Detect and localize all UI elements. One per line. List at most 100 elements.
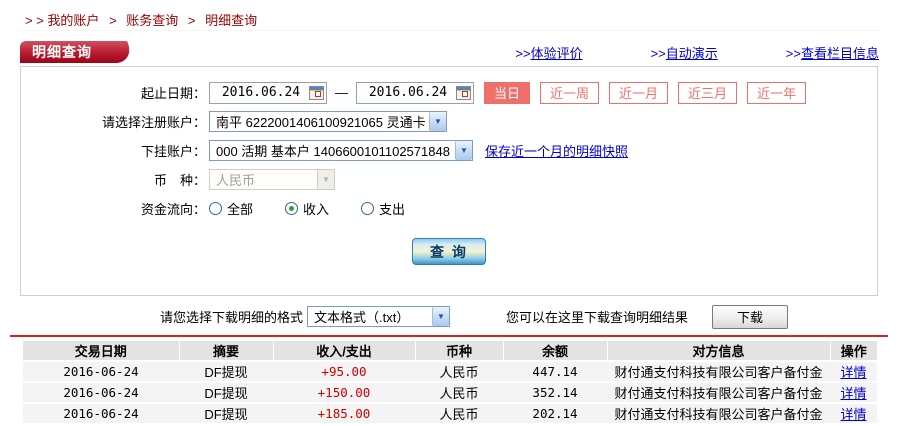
fund-flow-label: 资金流向： (140, 202, 206, 217)
end-date-input[interactable]: 2016.06.24 (356, 81, 474, 104)
page-title: 明细查询 (32, 44, 92, 60)
cell-date: 2016-06-24 (23, 403, 179, 425)
breadcrumb-separator: > (187, 13, 196, 28)
cell-currency: 人民币 (415, 382, 503, 404)
radio-icon[interactable] (209, 202, 222, 215)
radio-option-expense[interactable]: 支出 (361, 199, 405, 218)
registered-account-value: 南平 6222001406100921065 灵通卡 (216, 115, 426, 130)
column-header-date: 交易日期 (23, 341, 180, 362)
detail-link[interactable]: 详情 (840, 407, 866, 422)
column-header-counterparty: 对方信息 (607, 341, 831, 362)
cell-balance: 202.14 (503, 403, 607, 425)
calendar-icon[interactable] (309, 85, 324, 100)
column-header-amount: 收入/支出 (273, 341, 416, 362)
cell-summary: DF提现 (179, 403, 273, 425)
column-header-action: 操作 (830, 341, 877, 362)
date-range-dash: — (335, 85, 348, 100)
cell-action: 详情 (830, 403, 877, 425)
chevron-down-icon: ▼ (317, 170, 334, 189)
radio-icon[interactable] (361, 202, 375, 215)
cell-counterparty: 财付通支付科技有限公司客户备付金 (607, 403, 830, 425)
section-tab-detail-query: 明细查询 (20, 41, 108, 63)
breadcrumb-prefix: > > (25, 13, 44, 28)
radio-label: 全部 (227, 202, 254, 217)
detail-link[interactable]: 详情 (840, 365, 866, 380)
period-button-today[interactable]: 当日 (484, 81, 531, 104)
table-row: 2016-06-24 DF提现 +95.00 人民币 447.14 财付通支付科… (23, 361, 877, 383)
sub-account-select[interactable]: 000 活期 基本户 1406600101102571848 ▼ (209, 140, 473, 161)
fund-flow-row: 资金流向： 全部 收入 支出 (21, 197, 877, 220)
currency-row: 币 种： 人民币 ▼ (21, 168, 877, 191)
column-header-balance: 余额 (503, 341, 608, 362)
cell-amount: +95.00 (273, 361, 415, 383)
cell-action: 详情 (830, 361, 877, 383)
breadcrumb: > > 我的账户 > 账务查询 > 明细查询 (0, 0, 899, 30)
breadcrumb-separator: > (109, 13, 117, 28)
radio-checked-icon[interactable] (285, 202, 299, 215)
cell-action: 详情 (830, 382, 877, 404)
cell-date: 2016-06-24 (23, 361, 179, 383)
transaction-table: 交易日期 摘要 收入/支出 币种 余额 对方信息 操作 2016-06-24 D… (23, 341, 877, 425)
table-row: 2016-06-24 DF提现 +150.00 人民币 352.14 财付通支付… (23, 382, 877, 404)
cell-amount: +185.00 (273, 403, 415, 425)
breadcrumb-item-my-account[interactable]: 我的账户 (47, 13, 99, 28)
sub-account-label: 下挂账户： (140, 144, 206, 159)
download-format-select[interactable]: 文本格式（.txt） ▼ (307, 306, 451, 327)
period-button-last-month[interactable]: 近一月 (609, 81, 669, 104)
header-links: >>体验评价 >>自动演示 >>查看栏目信息 (515, 43, 879, 62)
cell-summary: DF提现 (179, 382, 273, 404)
period-button-group: 当日 近一周 近一月 近三月 近一年 (484, 81, 807, 104)
column-header-summary: 摘要 (179, 341, 274, 362)
red-divider (10, 335, 888, 337)
registered-account-label: 请选择注册账户： (101, 115, 206, 130)
sub-account-row: 下挂账户： 000 活期 基本户 1406600101102571848 ▼ 保… (21, 139, 877, 162)
column-header-currency: 币种 (415, 341, 504, 362)
top-divider (18, 30, 880, 31)
download-hint: 您可以在这里下载查询明细结果 (506, 310, 689, 325)
period-button-last-year[interactable]: 近一年 (747, 81, 807, 104)
chevron-down-icon: ▼ (429, 112, 446, 131)
radio-option-income[interactable]: 收入 (285, 199, 329, 218)
table-header-row: 交易日期 摘要 收入/支出 币种 余额 对方信息 操作 (23, 341, 877, 362)
cell-date: 2016-06-24 (23, 382, 179, 404)
period-button-last-week[interactable]: 近一周 (540, 81, 600, 104)
breadcrumb-item-account-query[interactable]: 账务查询 (126, 13, 178, 28)
start-date-input[interactable]: 2016.06.24 (209, 81, 327, 104)
link-experience-review[interactable]: >>体验评价 (515, 43, 582, 62)
date-range-label: 起止日期： (140, 86, 206, 101)
download-row: 请您选择下载明细的格式 文本格式（.txt） ▼ 您可以在这里下载查询明细结果 … (160, 304, 899, 329)
calendar-icon[interactable] (456, 85, 471, 100)
registered-account-select[interactable]: 南平 6222001406100921065 灵通卡 ▼ (209, 111, 447, 132)
cell-counterparty: 财付通支付科技有限公司客户备付金 (607, 382, 830, 404)
cell-currency: 人民币 (415, 361, 503, 383)
download-format-label: 请您选择下载明细的格式 (160, 310, 304, 325)
start-date-value: 2016.06.24 (221, 85, 301, 100)
detail-query-page: > > 我的账户 > 账务查询 > 明细查询 明细查询 >>体验评价 >>自动演… (0, 0, 899, 426)
cell-currency: 人民币 (415, 403, 503, 425)
link-view-column-info[interactable]: >>查看栏目信息 (786, 43, 879, 62)
radio-option-all[interactable]: 全部 (209, 199, 253, 218)
query-form: 起止日期： 2016.06.24 — 2016.06.24 当日 近一周 近一月… (20, 66, 878, 296)
link-auto-demo[interactable]: >>自动演示 (651, 43, 718, 62)
chevron-down-icon: ▼ (432, 307, 450, 326)
cell-counterparty: 财付通支付科技有限公司客户备付金 (607, 361, 830, 383)
cell-balance: 352.14 (503, 382, 607, 404)
breadcrumb-item-detail-query[interactable]: 明细查询 (205, 13, 257, 28)
registered-account-row: 请选择注册账户： 南平 6222001406100921065 灵通卡 ▼ (21, 110, 877, 133)
period-button-last-3-months[interactable]: 近三月 (678, 81, 738, 104)
cell-balance: 447.14 (503, 361, 607, 383)
table-row: 2016-06-24 DF提现 +185.00 人民币 202.14 财付通支付… (23, 403, 877, 425)
radio-label: 收入 (303, 202, 330, 217)
sub-account-value: 000 活期 基本户 1406600101102571848 (216, 144, 450, 159)
query-button[interactable]: 查 询 (412, 238, 486, 265)
currency-select-disabled: 人民币 ▼ (209, 169, 335, 190)
cell-amount: +150.00 (273, 382, 415, 404)
download-button[interactable]: 下载 (712, 304, 789, 329)
currency-label: 币 种： (153, 173, 206, 188)
detail-link[interactable]: 详情 (840, 386, 866, 401)
currency-value: 人民币 (216, 173, 256, 188)
date-range-row: 起止日期： 2016.06.24 — 2016.06.24 当日 近一周 近一月… (21, 81, 877, 104)
end-date-value: 2016.06.24 (368, 85, 448, 100)
download-format-value: 文本格式（.txt） (314, 310, 410, 325)
save-monthly-snapshot-link[interactable]: 保存近一个月的明细快照 (485, 141, 628, 160)
